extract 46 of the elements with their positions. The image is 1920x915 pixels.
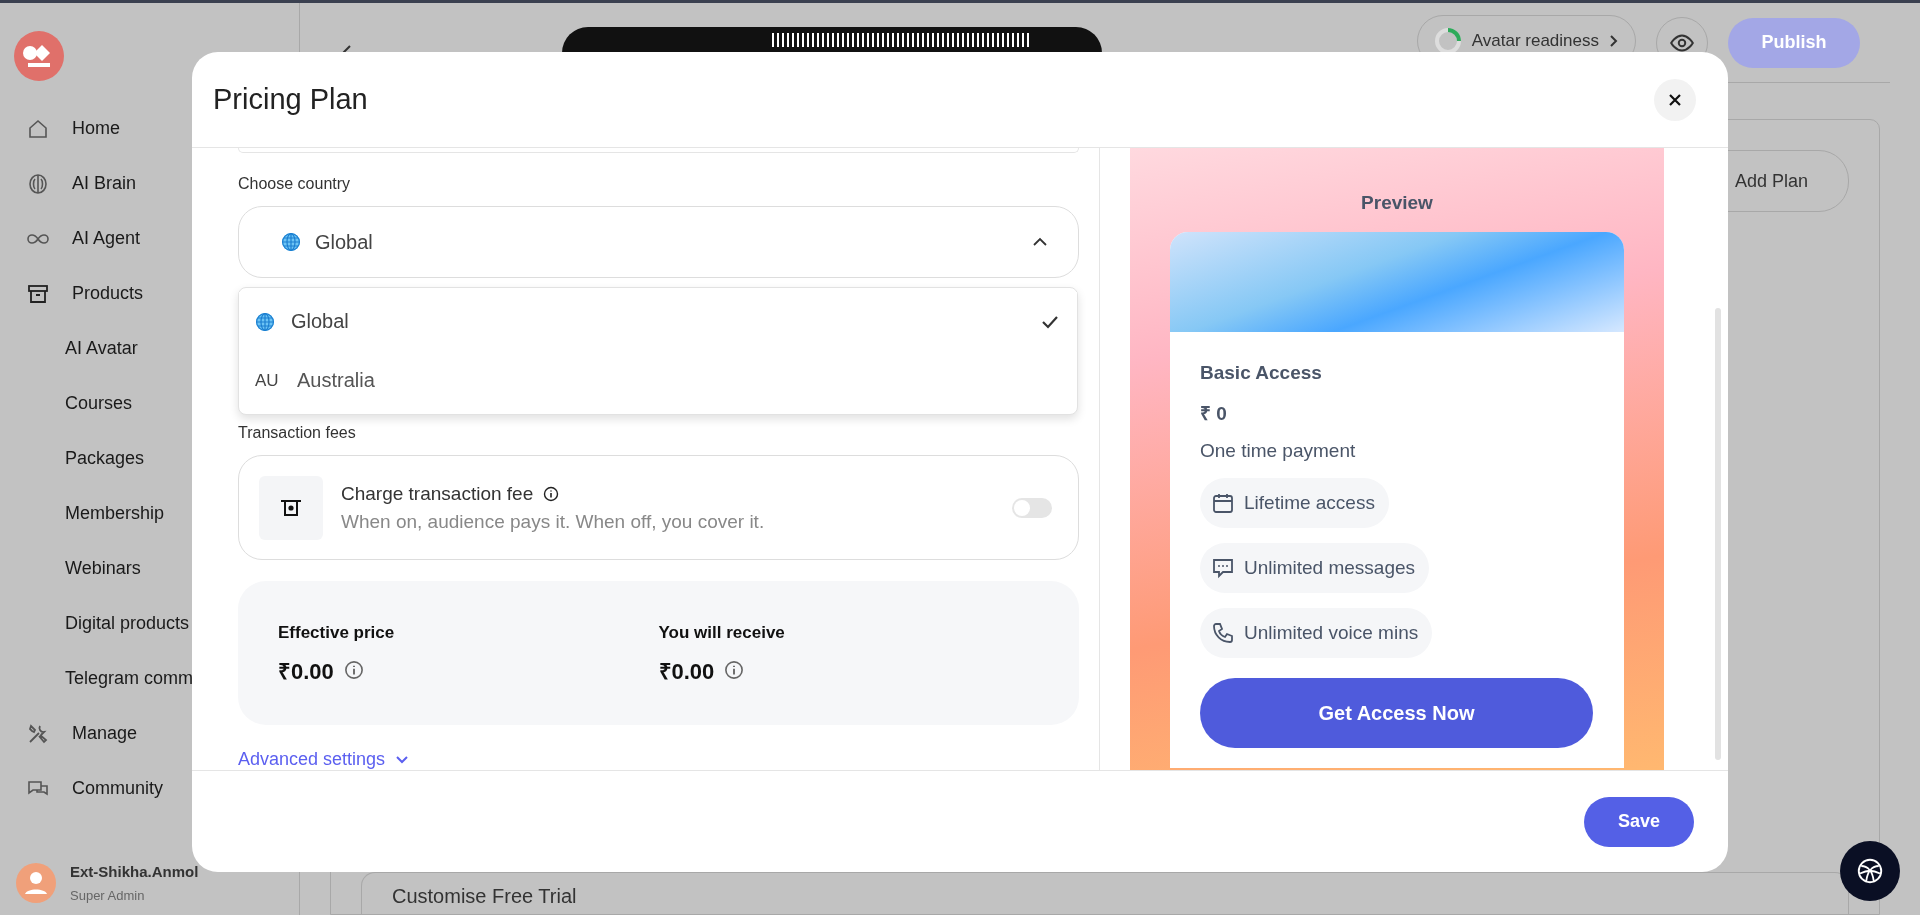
summary-label: You will receive <box>658 623 786 643</box>
logo-icon <box>14 31 64 81</box>
globe-icon <box>281 232 301 252</box>
billing-text: One time payment <box>1200 440 1356 462</box>
summary-amount: ₹0.00 <box>278 658 334 685</box>
chevron-right-icon <box>1609 33 1619 48</box>
info-icon <box>724 660 745 680</box>
card-reader-icon <box>259 475 323 540</box>
advanced-settings-link[interactable]: Advanced settings <box>238 749 410 770</box>
field-label: Choose country <box>238 175 352 193</box>
plan-name: Basic Access <box>1200 362 1322 384</box>
globe-icon <box>1855 856 1885 886</box>
user-role: Super Admin <box>70 888 146 903</box>
plan-price: ₹ 0 <box>1200 402 1227 426</box>
close-icon <box>1668 92 1682 107</box>
phone-icon <box>1212 622 1234 644</box>
brain-icon <box>26 171 50 196</box>
save-button[interactable]: Save <box>1584 796 1694 847</box>
chevron-down-icon <box>395 754 410 765</box>
info-icon <box>343 660 364 680</box>
chevron-icon <box>1032 237 1048 247</box>
user-name: Ext-Shikha.Anmol <box>70 863 199 880</box>
feature-chip: Unlimited messages <box>1200 543 1430 593</box>
info-icon <box>543 485 560 502</box>
summary-label: Effective price <box>278 623 396 643</box>
fee-title: Charge transaction fee <box>341 482 534 505</box>
summary-amount: ₹0.00 <box>658 658 715 685</box>
fee-description: When on, audience pays it. When off, you cover it. <box>341 510 766 533</box>
feature-chip: Lifetime access <box>1200 478 1389 528</box>
message-icon <box>1212 557 1234 579</box>
country-select[interactable]: Global <box>238 206 1079 278</box>
feature-chip: Unlimited voice mins <box>1200 608 1433 658</box>
globe-icon <box>255 311 275 332</box>
progress-ring-icon <box>1433 26 1462 55</box>
country-option[interactable]: AU Australia <box>239 351 1077 410</box>
close-button[interactable] <box>1654 78 1696 121</box>
chat-widget-button[interactable] <box>1840 841 1900 901</box>
get-access-button[interactable]: Get Access Now <box>1200 678 1593 748</box>
fee-toggle[interactable] <box>1012 497 1052 518</box>
preview-heading: Preview <box>1361 192 1433 214</box>
calendar-icon <box>1212 492 1234 514</box>
country-option[interactable]: Global <box>239 292 1077 351</box>
field-label: Transaction fees <box>238 424 357 442</box>
check-icon <box>1041 314 1059 329</box>
modal-title: Pricing Plan <box>213 83 368 116</box>
avatar-icon <box>16 863 56 903</box>
